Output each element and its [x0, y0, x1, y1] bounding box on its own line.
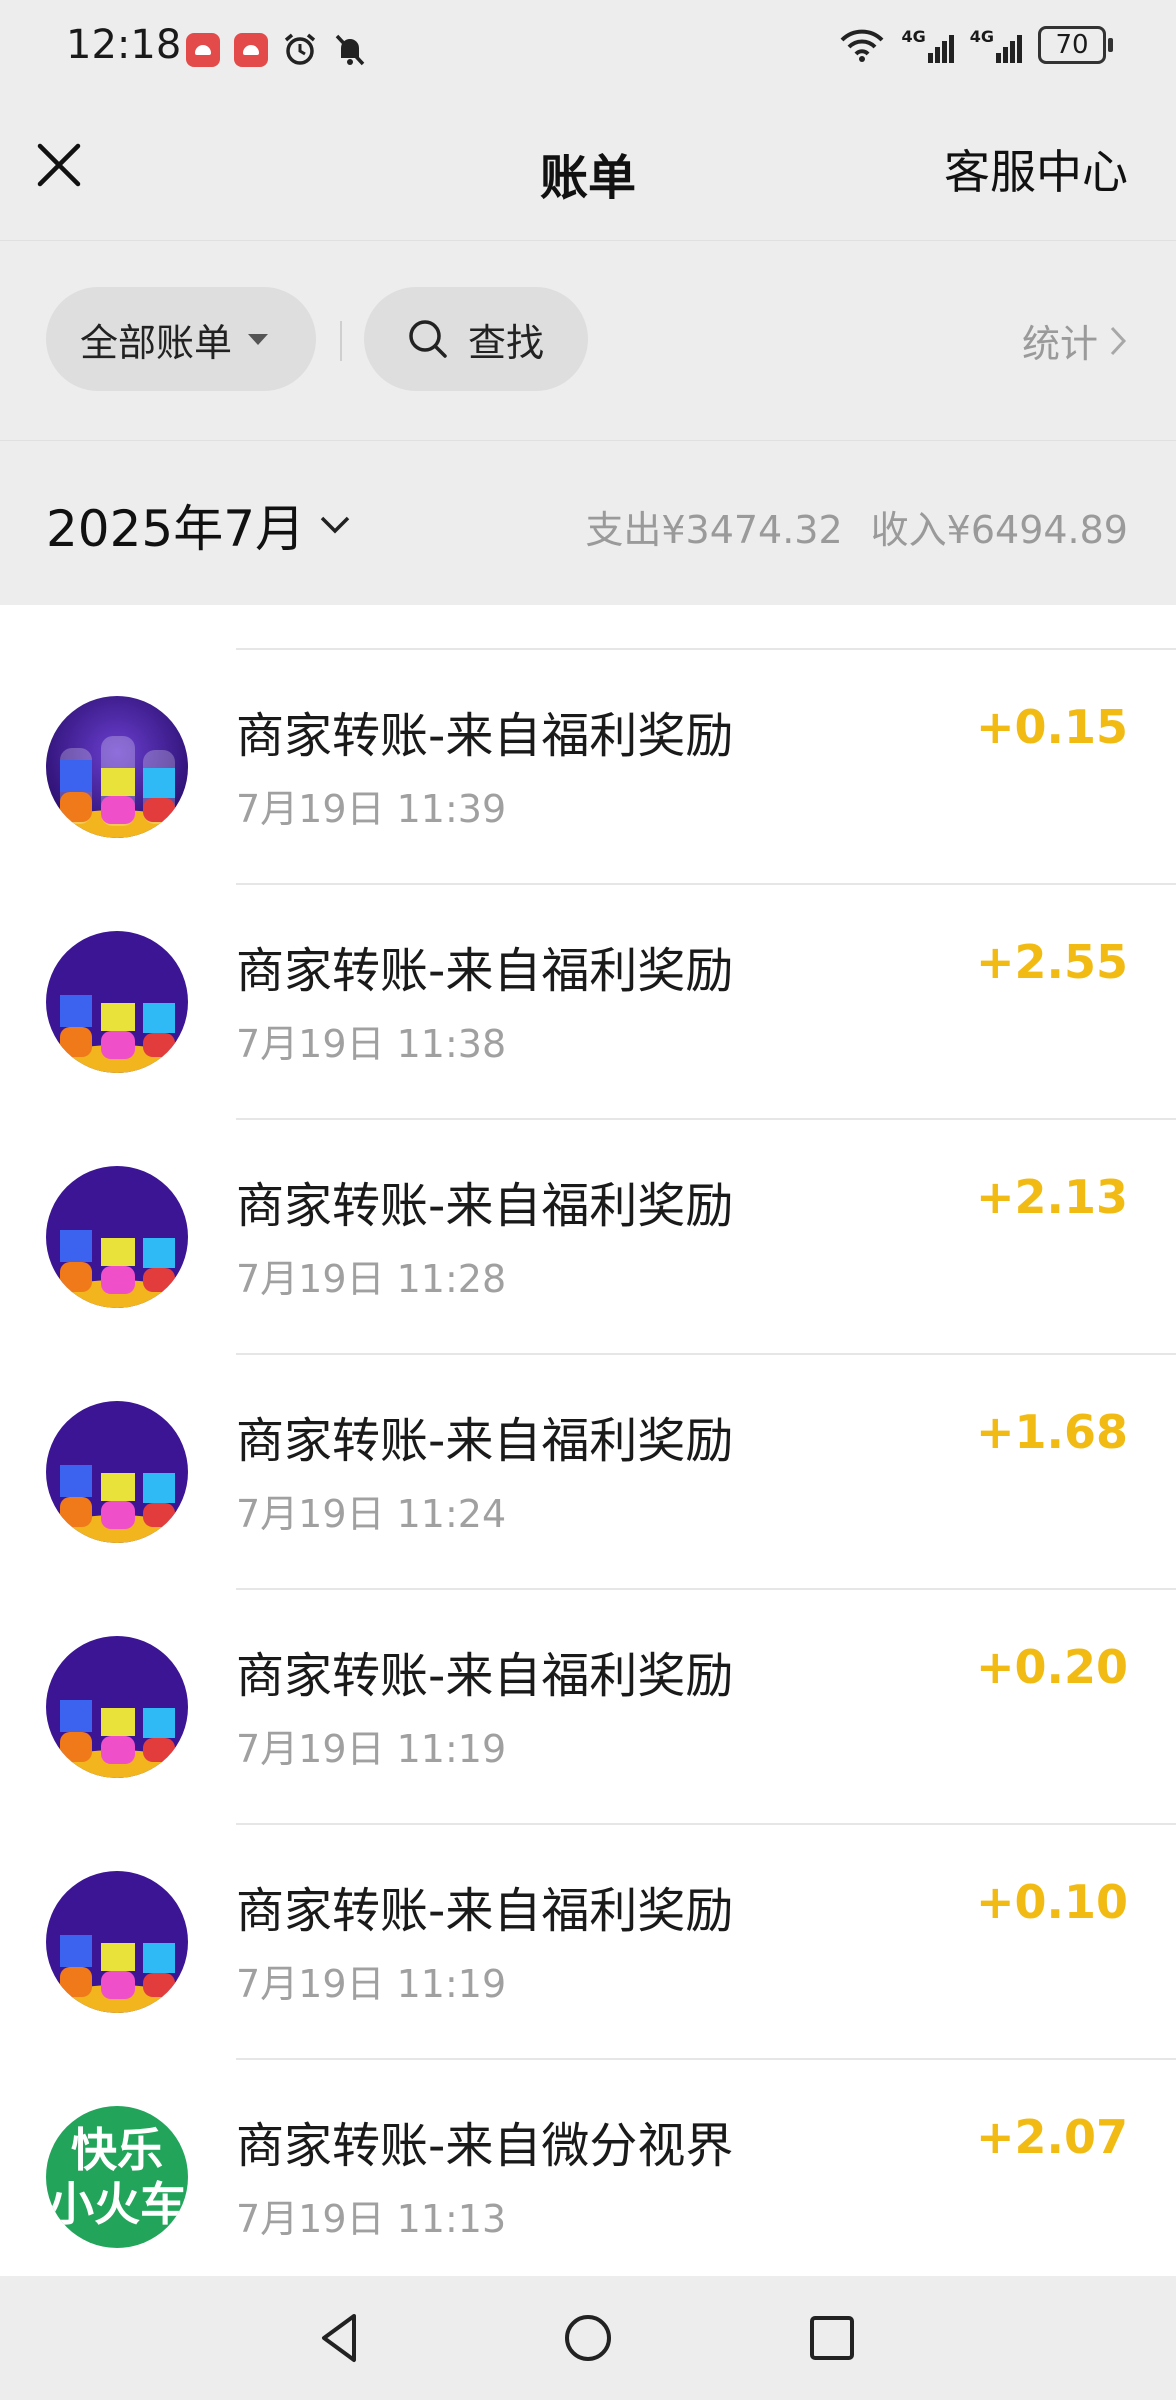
- mute-bell-icon: [335, 34, 365, 66]
- nav-bar: 账单 客服中心: [0, 100, 1176, 240]
- logo-text-line-1: 快乐: [71, 2123, 163, 2177]
- transaction-time: 7月19日 11:13: [236, 2197, 507, 2241]
- transaction-title: 商家转账-来自福利奖励: [236, 943, 734, 999]
- home-icon[interactable]: [558, 2308, 618, 2368]
- transaction-amount: +2.13: [975, 1170, 1128, 1224]
- transaction-amount: +0.15: [975, 700, 1128, 754]
- transaction-title: 商家转账-来自福利奖励: [236, 1883, 734, 1939]
- water-sort-icon: [46, 1401, 188, 1543]
- back-icon[interactable]: [312, 2308, 372, 2368]
- transaction-title: 商家转账-来自微分视界: [236, 2118, 734, 2174]
- expense-total: 支出¥3474.32: [585, 508, 843, 552]
- transaction-row[interactable]: 商家转账-来自福利奖励 7月19日 11:38 +2.55: [0, 885, 1176, 1120]
- transaction-time: 7月19日 11:28: [236, 1257, 507, 1301]
- notification-icons: [186, 32, 368, 68]
- system-navigation-bar: [0, 2276, 1176, 2400]
- transaction-row[interactable]: 商家转账-来自福利奖励 7月19日 11:24 +1.68: [0, 1355, 1176, 1590]
- transaction-time: 7月19日 11:39: [236, 787, 507, 831]
- all-bills-label: 全部账单: [80, 320, 233, 365]
- month-selector[interactable]: 2025年7月: [46, 489, 351, 561]
- transaction-amount: +1.68: [975, 1405, 1128, 1459]
- water-sort-icon: [46, 1871, 188, 2013]
- transaction-row[interactable]: 商家转账-来自福利奖励 7月19日 11:39 +0.15: [0, 650, 1176, 885]
- divider: [340, 321, 342, 361]
- search-icon: [409, 320, 447, 358]
- transaction-title: 商家转账-来自福利奖励: [236, 1648, 734, 1704]
- chevron-down-icon: [320, 516, 350, 534]
- status-bar: 12:18 4G 4G 70: [0, 0, 1176, 100]
- water-sort-icon: [46, 931, 188, 1073]
- water-sort-icon: [46, 696, 188, 838]
- status-time: 12:18: [66, 22, 182, 68]
- transaction-time: 7月19日 11:19: [236, 1727, 507, 1771]
- filter-bar: 全部账单 查找 统计: [0, 240, 1176, 441]
- signal-1: 4G: [901, 27, 954, 63]
- transaction-row[interactable]: 商家转账-来自福利奖励 7月19日 11:28 +2.13: [0, 1120, 1176, 1355]
- transaction-amount: +0.10: [975, 1875, 1128, 1929]
- battery-indicator: 70: [1038, 26, 1113, 64]
- transaction-title: 商家转账-来自福利奖励: [236, 1413, 734, 1469]
- network-type-label: 4G: [969, 27, 994, 46]
- customer-service-link[interactable]: 客服中心: [944, 136, 1128, 202]
- transaction-row[interactable]: 快乐 小火车 商家转账-来自微分视界 7月19日 11:13 +2.07: [0, 2060, 1176, 2295]
- chevron-right-icon: [1110, 326, 1127, 355]
- transaction-time: 7月19日 11:19: [236, 1962, 507, 2006]
- caret-down-icon: [248, 333, 269, 345]
- happy-train-logo: 快乐 小火车: [46, 2106, 188, 2248]
- transaction-amount: +2.07: [975, 2110, 1128, 2164]
- search-button[interactable]: 查找: [364, 287, 588, 391]
- water-sort-icon: [46, 1636, 188, 1778]
- search-label: 查找: [468, 320, 545, 365]
- transaction-amount: +0.20: [975, 1640, 1128, 1694]
- transaction-title: 商家转账-来自福利奖励: [236, 1178, 734, 1234]
- all-bills-filter-button[interactable]: 全部账单: [46, 287, 316, 391]
- income-total: 收入¥6494.89: [870, 508, 1128, 552]
- transaction-amount: +2.55: [975, 935, 1128, 989]
- statistics-label: 统计: [1021, 322, 1098, 366]
- transaction-time: 7月19日 11:38: [236, 1022, 507, 1066]
- statistics-link[interactable]: 统计: [1022, 313, 1128, 368]
- huawei-app-icon: [234, 33, 268, 67]
- transaction-row[interactable]: 商家转账-来自福利奖励 7月19日 11:19 +0.10: [0, 1825, 1176, 2060]
- network-type-label: 4G: [901, 27, 926, 46]
- recent-apps-icon[interactable]: [802, 2308, 862, 2368]
- month-header: 2025年7月 支出¥3474.32 收入¥6494.89: [0, 440, 1176, 605]
- water-sort-icon: [46, 1166, 188, 1308]
- system-indicators: 4G 4G 70: [839, 26, 1113, 64]
- huawei-app-icon: [186, 33, 220, 67]
- transaction-row[interactable]: 商家转账-来自福利奖励 7月19日 11:19 +0.20: [0, 1590, 1176, 1825]
- month-label: 2025年7月: [46, 500, 306, 558]
- transaction-time: 7月19日 11:24: [236, 1492, 507, 1536]
- logo-text-line-2: 小火车: [48, 2177, 186, 2231]
- wifi-icon: [841, 29, 884, 62]
- month-summary: 支出¥3474.32 收入¥6494.89: [585, 499, 1128, 554]
- alarm-icon: [284, 33, 316, 65]
- signal-2: 4G: [970, 27, 1022, 63]
- transaction-title: 商家转账-来自福利奖励: [236, 708, 734, 764]
